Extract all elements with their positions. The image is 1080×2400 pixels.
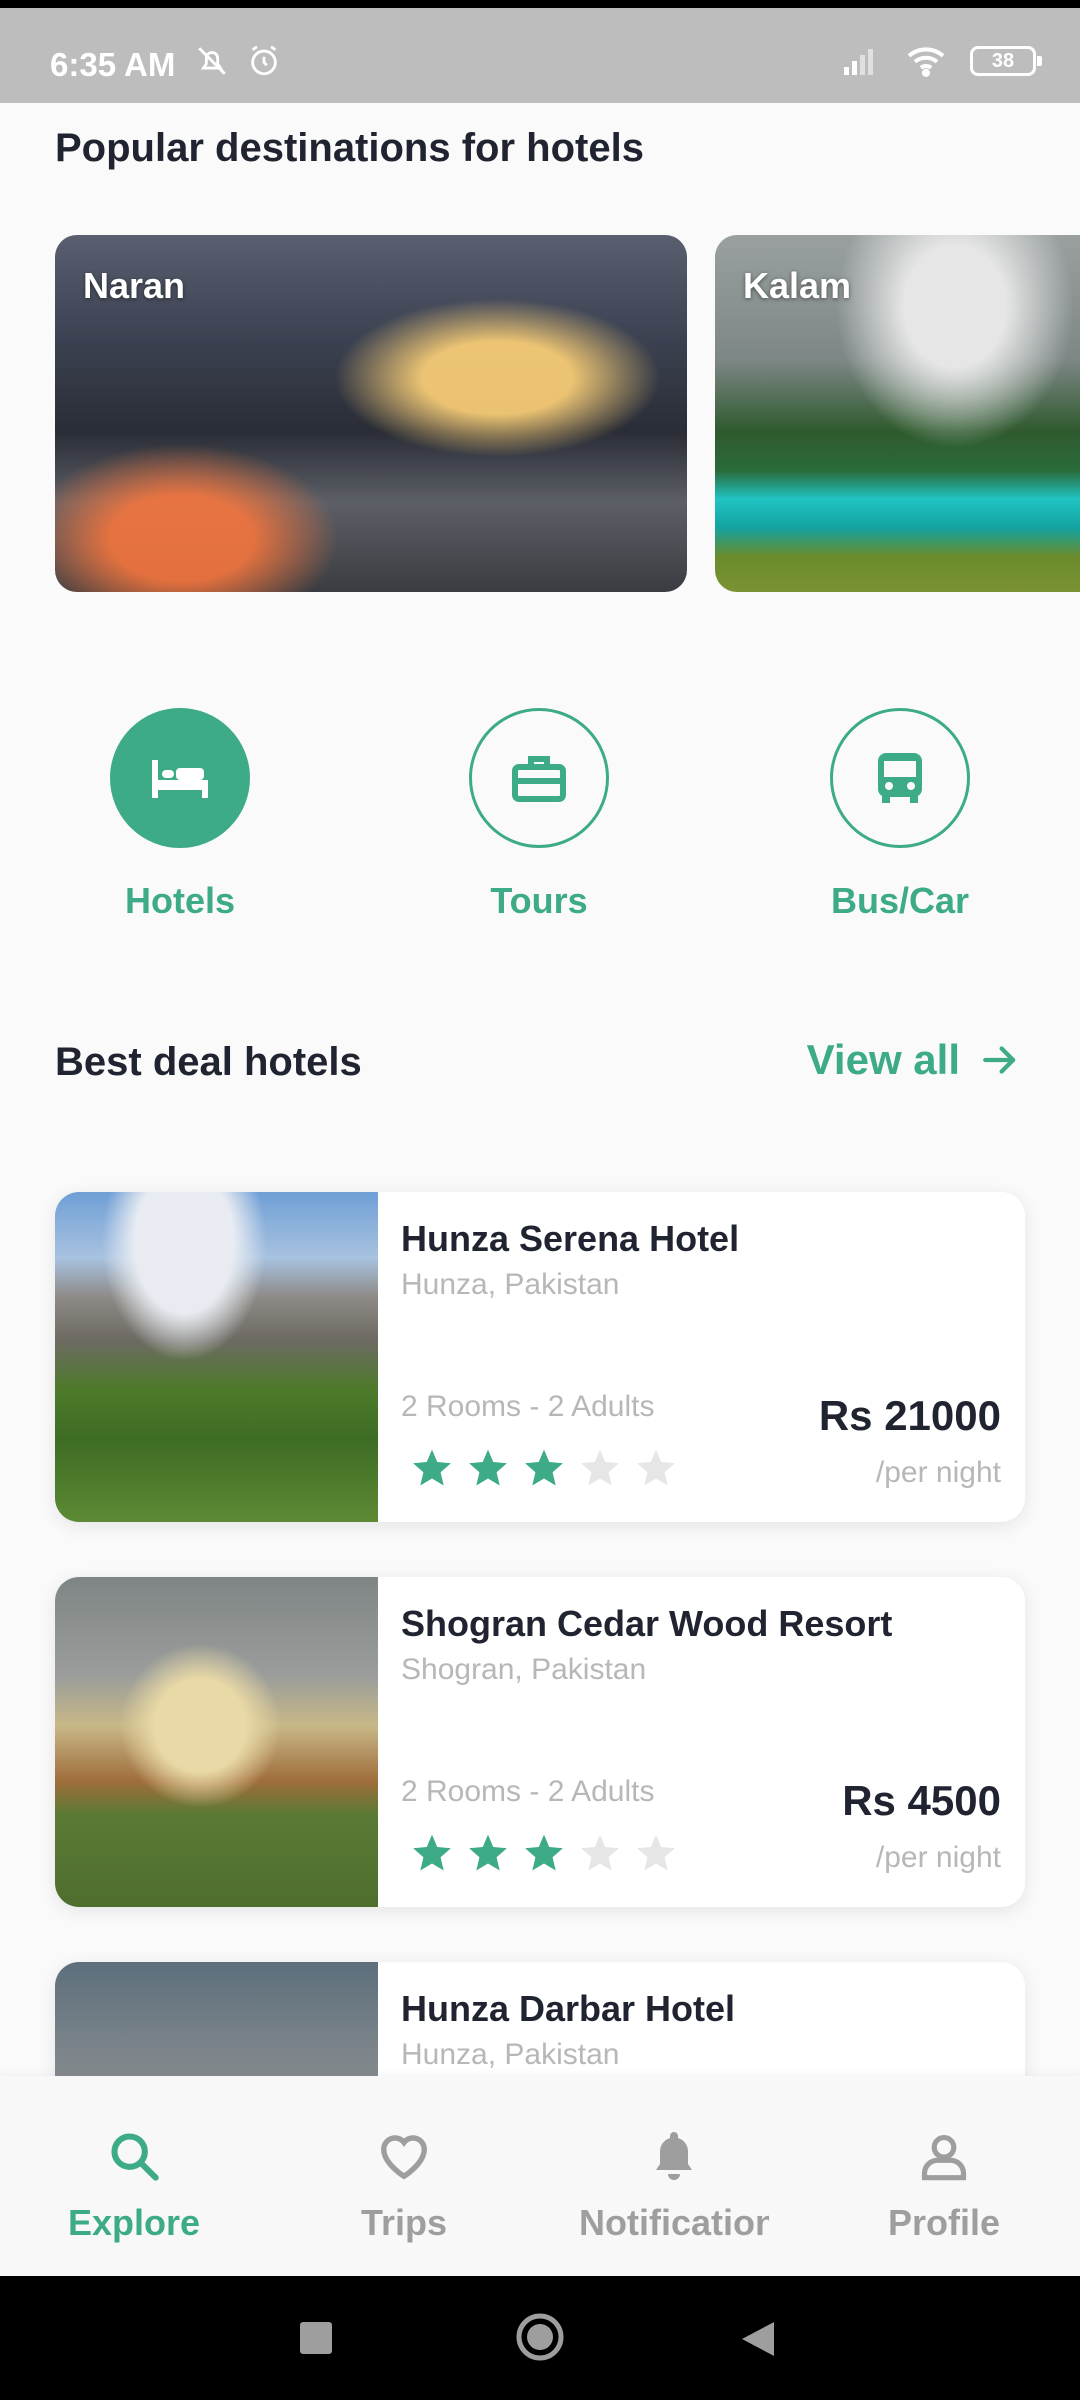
briefcase-icon [512,756,566,802]
alarm-icon [251,45,277,76]
per-night-label: /per night [875,1841,1001,1874]
star-filled-icon [469,1834,507,1871]
home-icon[interactable] [515,2312,565,2362]
hotel-rooms: 2 Rooms - 2 Adults [401,1390,655,1423]
star-rating [411,1447,677,1489]
hotel-card-shogran-cedar[interactable]: Shogran Cedar Wood Resort Shogran, Pakis… [55,1577,1025,1907]
category-label: Bus/Car [830,880,970,921]
hotel-rooms: 2 Rooms - 2 Adults [401,1775,655,1808]
star-filled-icon [413,1834,451,1871]
bell-off-icon [198,47,226,75]
star-filled-icon [413,1449,451,1486]
signal-icon [844,49,873,75]
hotel-name: Hunza Darbar Hotel [401,1988,736,2029]
arrow-right-icon [983,1046,1016,1074]
star-empty-icon [581,1834,619,1871]
star-empty-icon [581,1449,619,1486]
best-deal-hotels-title: Best deal hotels [55,1040,362,1084]
per-night-label: /per night [875,1456,1001,1489]
nav-label: Notifications [579,2202,769,2243]
star-empty-icon [637,1834,675,1871]
nav-explore[interactable]: Explore [24,2126,244,2244]
destination-card-naran[interactable]: Naran [55,235,687,592]
category-tours[interactable]: Tours [414,708,664,922]
nav-notifications[interactable]: Notifications [564,2126,784,2244]
hotel-name: Hunza Serena Hotel [401,1218,740,1259]
search-icon [111,2133,159,2181]
hotel-image [55,1577,378,1907]
nav-label: Trips [360,2202,448,2243]
bell-icon [656,2132,692,2180]
nav-label: Explore [67,2202,201,2243]
star-filled-icon [469,1449,507,1486]
view-all-label: View all [806,1036,960,1083]
hotel-image [55,1192,378,1522]
back-icon[interactable] [740,2320,776,2358]
hotel-price: Rs 21000 [818,1392,1001,1439]
category-label: Hotels [124,880,236,921]
bus-icon [878,753,922,803]
popular-destinations-title: Popular destinations for hotels [55,126,644,170]
star-rating [411,1832,677,1874]
nav-profile[interactable]: Profile [834,2126,1054,2244]
destination-label: Naran [83,265,186,306]
status-time: 6:35 AM [50,46,176,83]
category-bus-car[interactable]: Bus/Car [775,708,1025,922]
destination-label: Kalam [743,265,852,306]
person-icon [921,2134,967,2181]
heart-icon [381,2135,427,2180]
category-hotels[interactable]: Hotels [55,708,305,922]
star-filled-icon [525,1834,563,1871]
nav-label: Profile [887,2202,1001,2243]
battery-icon: 38 [970,46,1042,76]
destination-card-kalam[interactable]: Kalam [715,235,1080,592]
bed-icon [152,760,208,798]
star-empty-icon [637,1449,675,1486]
status-bar: 6:35 AM 38 [0,8,1080,103]
hotel-price: Rs 4500 [842,1777,1001,1824]
category-label: Tours [490,880,588,921]
nav-trips[interactable]: Trips [294,2126,514,2244]
hotel-name: Shogran Cedar Wood Resort [401,1603,893,1644]
hotel-location: Shogran, Pakistan [401,1653,647,1686]
bottom-nav: Explore Trips Notifications Profile [0,2076,1080,2276]
view-all-link[interactable]: View all [807,1036,1020,1084]
hotel-location: Hunza, Pakistan [401,2038,620,2071]
recents-icon[interactable] [298,2320,334,2356]
star-filled-icon [525,1449,563,1486]
hotel-location: Hunza, Pakistan [401,1268,620,1301]
wifi-icon [907,47,945,77]
app-screen: 6:35 AM 38 Popular destinations for hote… [0,8,1080,2400]
system-nav-bar [0,2276,1080,2400]
hotel-card-hunza-serena[interactable]: Hunza Serena Hotel Hunza, Pakistan 2 Roo… [55,1192,1025,1522]
